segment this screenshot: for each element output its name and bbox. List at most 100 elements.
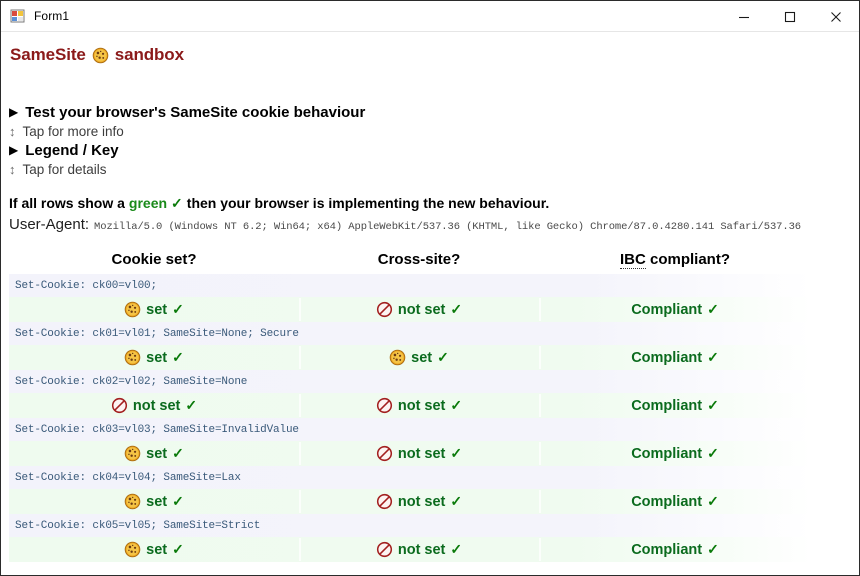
disclosure-label: Tap for details bbox=[22, 162, 107, 177]
status-label: Compliant bbox=[631, 301, 703, 318]
no-entry-icon bbox=[111, 397, 128, 414]
status-badge: Compliant ✓ bbox=[631, 349, 719, 366]
table-header-row: Cookie set? Cross-site? IBC compliant? bbox=[9, 244, 811, 274]
window-title: Form1 bbox=[34, 9, 70, 23]
status-label: not set bbox=[132, 397, 181, 414]
cookie-icon bbox=[124, 541, 141, 558]
close-button[interactable] bbox=[813, 1, 859, 32]
check-icon: ✓ bbox=[450, 445, 463, 461]
cell-cookie-set: set ✓ bbox=[9, 489, 299, 514]
triangle-right-icon: ▶ bbox=[9, 143, 19, 157]
cell-cross-site: not set ✓ bbox=[299, 489, 539, 514]
status-label: Compliant bbox=[631, 541, 703, 558]
set-cookie-row: Set-Cookie: ck04=vl04; SameSite=Lax bbox=[9, 466, 811, 489]
check-icon: ✓ bbox=[171, 195, 183, 211]
status-label: not set bbox=[397, 301, 446, 318]
cookie-icon bbox=[124, 301, 141, 318]
cell-cookie-set: set ✓ bbox=[9, 537, 299, 562]
set-cookie-text: Set-Cookie: ck00=vl00; bbox=[15, 279, 157, 292]
no-entry-icon bbox=[376, 541, 393, 558]
check-icon: ✓ bbox=[185, 397, 198, 413]
disclosure-label: Test your browser's SameSite cookie beha… bbox=[25, 104, 366, 121]
cell-cookie-set: set ✓ bbox=[9, 345, 299, 370]
cell-compliant: Compliant ✓ bbox=[539, 393, 811, 418]
status-badge: set ✓ bbox=[124, 493, 184, 510]
cookie-icon bbox=[92, 47, 109, 64]
ibc-compliant-text: compliant? bbox=[650, 250, 731, 268]
status-label: not set bbox=[397, 493, 446, 510]
disclosure-legend-key[interactable]: ▶ Legend / Key bbox=[9, 142, 119, 159]
statement-green-word: green bbox=[128, 195, 168, 211]
status-label: Compliant bbox=[631, 445, 703, 462]
status-badge: Compliant ✓ bbox=[631, 445, 719, 462]
no-entry-icon bbox=[376, 397, 393, 414]
check-icon: ✓ bbox=[437, 349, 449, 365]
set-cookie-row: Set-Cookie: ck03=vl03; SameSite=InvalidV… bbox=[9, 418, 811, 441]
cell-compliant: Compliant ✓ bbox=[539, 297, 811, 322]
maximize-button[interactable] bbox=[767, 1, 813, 32]
status-label: Compliant bbox=[631, 493, 703, 510]
disclosure-more-info[interactable]: ↕ Tap for more info bbox=[9, 124, 124, 139]
title-bar-left: Form1 bbox=[1, 1, 721, 31]
cell-compliant: Compliant ✓ bbox=[539, 537, 811, 562]
check-icon: ✓ bbox=[450, 397, 463, 413]
minimize-button[interactable] bbox=[721, 1, 767, 32]
triangle-right-icon: ▶ bbox=[9, 105, 19, 119]
cell-cookie-set: not set ✓ bbox=[9, 393, 299, 418]
up-down-arrow-icon: ↕ bbox=[9, 162, 16, 177]
winforms-icon bbox=[10, 8, 26, 24]
check-icon: ✓ bbox=[450, 541, 463, 557]
check-icon: ✓ bbox=[450, 301, 463, 317]
check-icon: ✓ bbox=[172, 301, 184, 317]
cell-cross-site: not set ✓ bbox=[299, 297, 539, 322]
disclosure-test-behaviour[interactable]: ▶ Test your browser's SameSite cookie be… bbox=[9, 104, 365, 121]
check-icon: ✓ bbox=[707, 349, 719, 365]
cookie-icon bbox=[124, 349, 141, 366]
status-badge: Compliant ✓ bbox=[631, 301, 719, 318]
page-title: SameSite sandbox bbox=[10, 45, 184, 65]
status-badge: not set ✓ bbox=[376, 541, 462, 558]
brand-suffix: sandbox bbox=[114, 45, 184, 64]
table-row: set ✓ set ✓ Compliant ✓ bbox=[9, 345, 811, 370]
check-icon: ✓ bbox=[172, 445, 184, 461]
check-icon: ✓ bbox=[707, 397, 719, 413]
status-label: not set bbox=[397, 541, 446, 558]
cell-compliant: Compliant ✓ bbox=[539, 345, 811, 370]
set-cookie-row: Set-Cookie: ck02=vl02; SameSite=None bbox=[9, 370, 811, 393]
no-entry-icon bbox=[376, 301, 393, 318]
window-controls bbox=[721, 1, 859, 31]
status-label: Compliant bbox=[631, 349, 703, 366]
cell-cross-site: not set ✓ bbox=[299, 393, 539, 418]
disclosure-details[interactable]: ↕ Tap for details bbox=[9, 162, 107, 177]
set-cookie-text: Set-Cookie: ck05=vl05; SameSite=Strict bbox=[15, 519, 261, 532]
column-header-ibc-compliant: IBC compliant? bbox=[539, 250, 811, 269]
set-cookie-text: Set-Cookie: ck01=vl01; SameSite=None; Se… bbox=[15, 327, 299, 340]
status-label: set bbox=[146, 445, 168, 462]
cell-compliant: Compliant ✓ bbox=[539, 489, 811, 514]
status-badge: set ✓ bbox=[124, 301, 184, 318]
status-badge: Compliant ✓ bbox=[631, 541, 719, 558]
status-label: set bbox=[411, 349, 433, 366]
set-cookie-text: Set-Cookie: ck03=vl03; SameSite=InvalidV… bbox=[15, 423, 299, 436]
set-cookie-row: Set-Cookie: ck05=vl05; SameSite=Strict bbox=[9, 514, 811, 537]
check-icon: ✓ bbox=[707, 493, 719, 509]
column-header-cross-site: Cross-site? bbox=[377, 250, 461, 268]
results-table: Cookie set? Cross-site? IBC compliant? S… bbox=[9, 244, 811, 562]
status-label: set bbox=[146, 301, 168, 318]
check-icon: ✓ bbox=[450, 493, 463, 509]
set-cookie-row: Set-Cookie: ck01=vl01; SameSite=None; Se… bbox=[9, 322, 811, 345]
status-label: not set bbox=[397, 445, 446, 462]
up-down-arrow-icon: ↕ bbox=[9, 124, 16, 139]
user-agent-label: User-Agent: bbox=[9, 216, 90, 233]
statement-part-1: If all rows show a bbox=[9, 195, 125, 211]
cookie-icon bbox=[124, 445, 141, 462]
check-icon: ✓ bbox=[707, 301, 719, 317]
page-content: SameSite sandbox ▶ Test your browser's S… bbox=[1, 32, 859, 575]
status-badge: Compliant ✓ bbox=[631, 493, 719, 510]
table-row: set ✓ not set ✓ Compliant ✓ bbox=[9, 441, 811, 466]
disclosure-label: Legend / Key bbox=[25, 142, 119, 159]
check-icon: ✓ bbox=[707, 445, 719, 461]
status-badge: set ✓ bbox=[124, 445, 184, 462]
status-badge: Compliant ✓ bbox=[631, 397, 719, 414]
cookie-icon bbox=[389, 349, 406, 366]
